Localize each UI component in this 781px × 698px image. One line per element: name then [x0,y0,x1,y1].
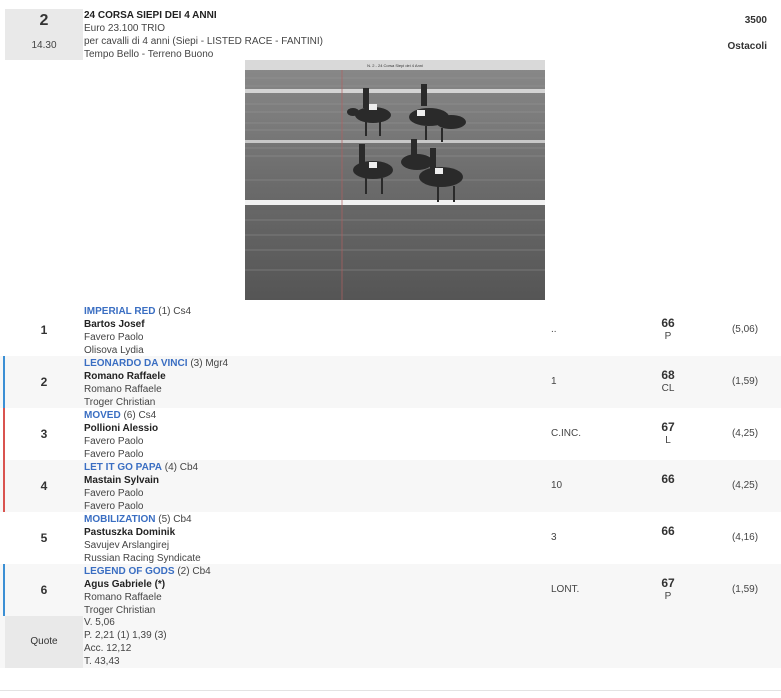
weight-cell: 68 CL [640,368,696,396]
horse-name-link[interactable]: LET IT GO PAPA [84,462,162,473]
weight-value: 68 [661,368,675,382]
weight-label: P [664,331,672,342]
horse-name-link[interactable]: MOVED [84,410,121,421]
result-row: 6 LEGEND OF GODS (2) Cb4 Agus Gabriele (… [0,564,781,616]
odds-value: (1,59) [731,376,759,387]
horse-info: (6) Cs4 [123,410,157,421]
quote-line-win: V. 5,06 [84,617,115,628]
odds-value: (1,59) [731,584,759,595]
horse-name-link[interactable]: LEONARDO DA VINCI [84,358,188,369]
odds-value: (5,06) [731,324,759,335]
finish-position: 1 [40,323,48,337]
jockey-name: Bartos Josef [84,319,145,330]
finish-distance: 3 [551,532,557,543]
results-table: 1 IMPERIAL RED (1) Cs4 Bartos Josef Fave… [0,304,781,616]
trainer-name: Romano Raffaele [84,592,162,603]
horse-info: (1) Cs4 [158,306,192,317]
photo-banner-text: N. 2 - 24 Corsa Siepi dei 4 Anni [367,63,423,68]
horse-details: LEONARDO DA VINCI (3) Mgr4 Romano Raffae… [84,357,228,409]
race-purse: Euro 23.100 TRIO [84,23,165,34]
weight-value: 66 [661,472,675,486]
trainer-name: Romano Raffaele [84,384,162,395]
jockey-name: Mastain Sylvain [84,475,160,486]
finish-position: 6 [40,583,48,597]
race-conditions: per cavalli di 4 anni (Siepi - LISTED RA… [84,36,323,47]
horse-info: (4) Cb4 [164,462,199,473]
weight-value: 67 [661,420,675,434]
race-distance: 3500 [744,15,767,26]
horse-details: LET IT GO PAPA (4) Cb4 Mastain Sylvain F… [84,461,198,513]
finish-position: 5 [40,531,48,545]
odds-value: (4,25) [731,480,759,491]
odds-value: (4,16) [731,532,759,543]
finish-distance: 1 [551,376,557,387]
weight-cell: 66 P [640,316,696,344]
jockey-name: Agus Gabriele (*) [84,579,166,590]
horse-details: MOVED (6) Cs4 Pollioni Alessio Favero Pa… [84,409,158,461]
photo-finish-image[interactable]: N. 2 - 24 Corsa Siepi dei 4 Anni [245,60,545,300]
finish-distance: LONT. [551,584,580,595]
result-row: 5 MOBILIZATION (5) Cb4 Pastuszka Dominik… [0,512,781,564]
finish-position: 4 [40,479,48,493]
weight-value: 66 [661,524,675,538]
weight-value: 67 [661,576,675,590]
race-number: 2 [39,12,49,29]
horse-details: IMPERIAL RED (1) Cs4 Bartos Josef Favero… [84,305,191,357]
race-number-box: 2 14.30 [5,9,83,60]
horse-name-link[interactable]: MOBILIZATION [84,514,155,525]
jockey-name: Pollioni Alessio [84,423,159,434]
horse-details: MOBILIZATION (5) Cb4 Pastuszka Dominik S… [84,513,201,565]
photo-finish-svg: N. 2 - 24 Corsa Siepi dei 4 Anni [245,60,545,300]
odds-value: (4,25) [731,428,759,439]
race-header: 2 14.30 24 CORSA SIEPI DEI 4 ANNI Euro 2… [0,0,781,60]
horse-name-link[interactable]: LEGEND OF GODS [84,566,175,577]
result-row: 4 LET IT GO PAPA (4) Cb4 Mastain Sylvain… [0,460,781,512]
horse-details: LEGEND OF GODS (2) Cb4 Agus Gabriele (*)… [84,565,211,617]
weight-cell: 67 P [640,576,696,604]
weight-cell: 67 L [640,420,696,448]
race-time: 14.30 [31,40,57,51]
quote-lines: V. 5,06 P. 2,21 (1) 1,39 (3) Acc. 12,12 … [84,616,167,668]
trainer-name: Favero Paolo [84,332,144,343]
result-row: 3 MOVED (6) Cs4 Pollioni Alessio Favero … [0,408,781,460]
weight-label: L [665,435,671,446]
weight-label: CL [661,383,675,394]
horse-info: (2) Cb4 [177,566,211,577]
finish-distance: 10 [551,480,563,491]
horse-name-link[interactable]: IMPERIAL RED [84,306,156,317]
horse-info: (3) Mgr4 [190,358,229,369]
weight-cell: 66 [640,524,696,538]
race-type: Ostacoli [727,41,767,52]
result-row: 1 IMPERIAL RED (1) Cs4 Bartos Josef Fave… [0,304,781,356]
jockey-name: Pastuszka Dominik [84,527,176,538]
trainer-name: Favero Paolo [84,436,144,447]
jockey-name: Romano Raffaele [84,371,166,382]
quote-row: Quote V. 5,06 P. 2,21 (1) 1,39 (3) Acc. … [0,616,781,668]
weight-label: P [664,591,672,602]
quote-label: Quote [5,616,83,668]
quote-line-trio: T. 43,43 [84,656,120,667]
trainer-name: Savujev Arslangirej [84,540,170,551]
bottom-divider [0,690,781,691]
result-row: 2 LEONARDO DA VINCI (3) Mgr4 Romano Raff… [0,356,781,408]
trainer-name: Favero Paolo [84,488,144,499]
horse-info: (5) Cb4 [158,514,192,525]
race-title: 24 CORSA SIEPI DEI 4 ANNI [84,10,217,21]
weight-value: 66 [661,316,675,330]
finish-position: 2 [40,375,48,389]
finish-position: 3 [40,427,48,441]
quote-line-place: P. 2,21 (1) 1,39 (3) [84,630,167,641]
race-info: 24 CORSA SIEPI DEI 4 ANNI Euro 23.100 TR… [84,9,323,61]
finish-distance: .. [551,324,557,335]
finish-distance: C.INC. [551,428,581,439]
quote-line-acc: Acc. 12,12 [84,643,132,654]
weight-cell: 66 [640,472,696,486]
